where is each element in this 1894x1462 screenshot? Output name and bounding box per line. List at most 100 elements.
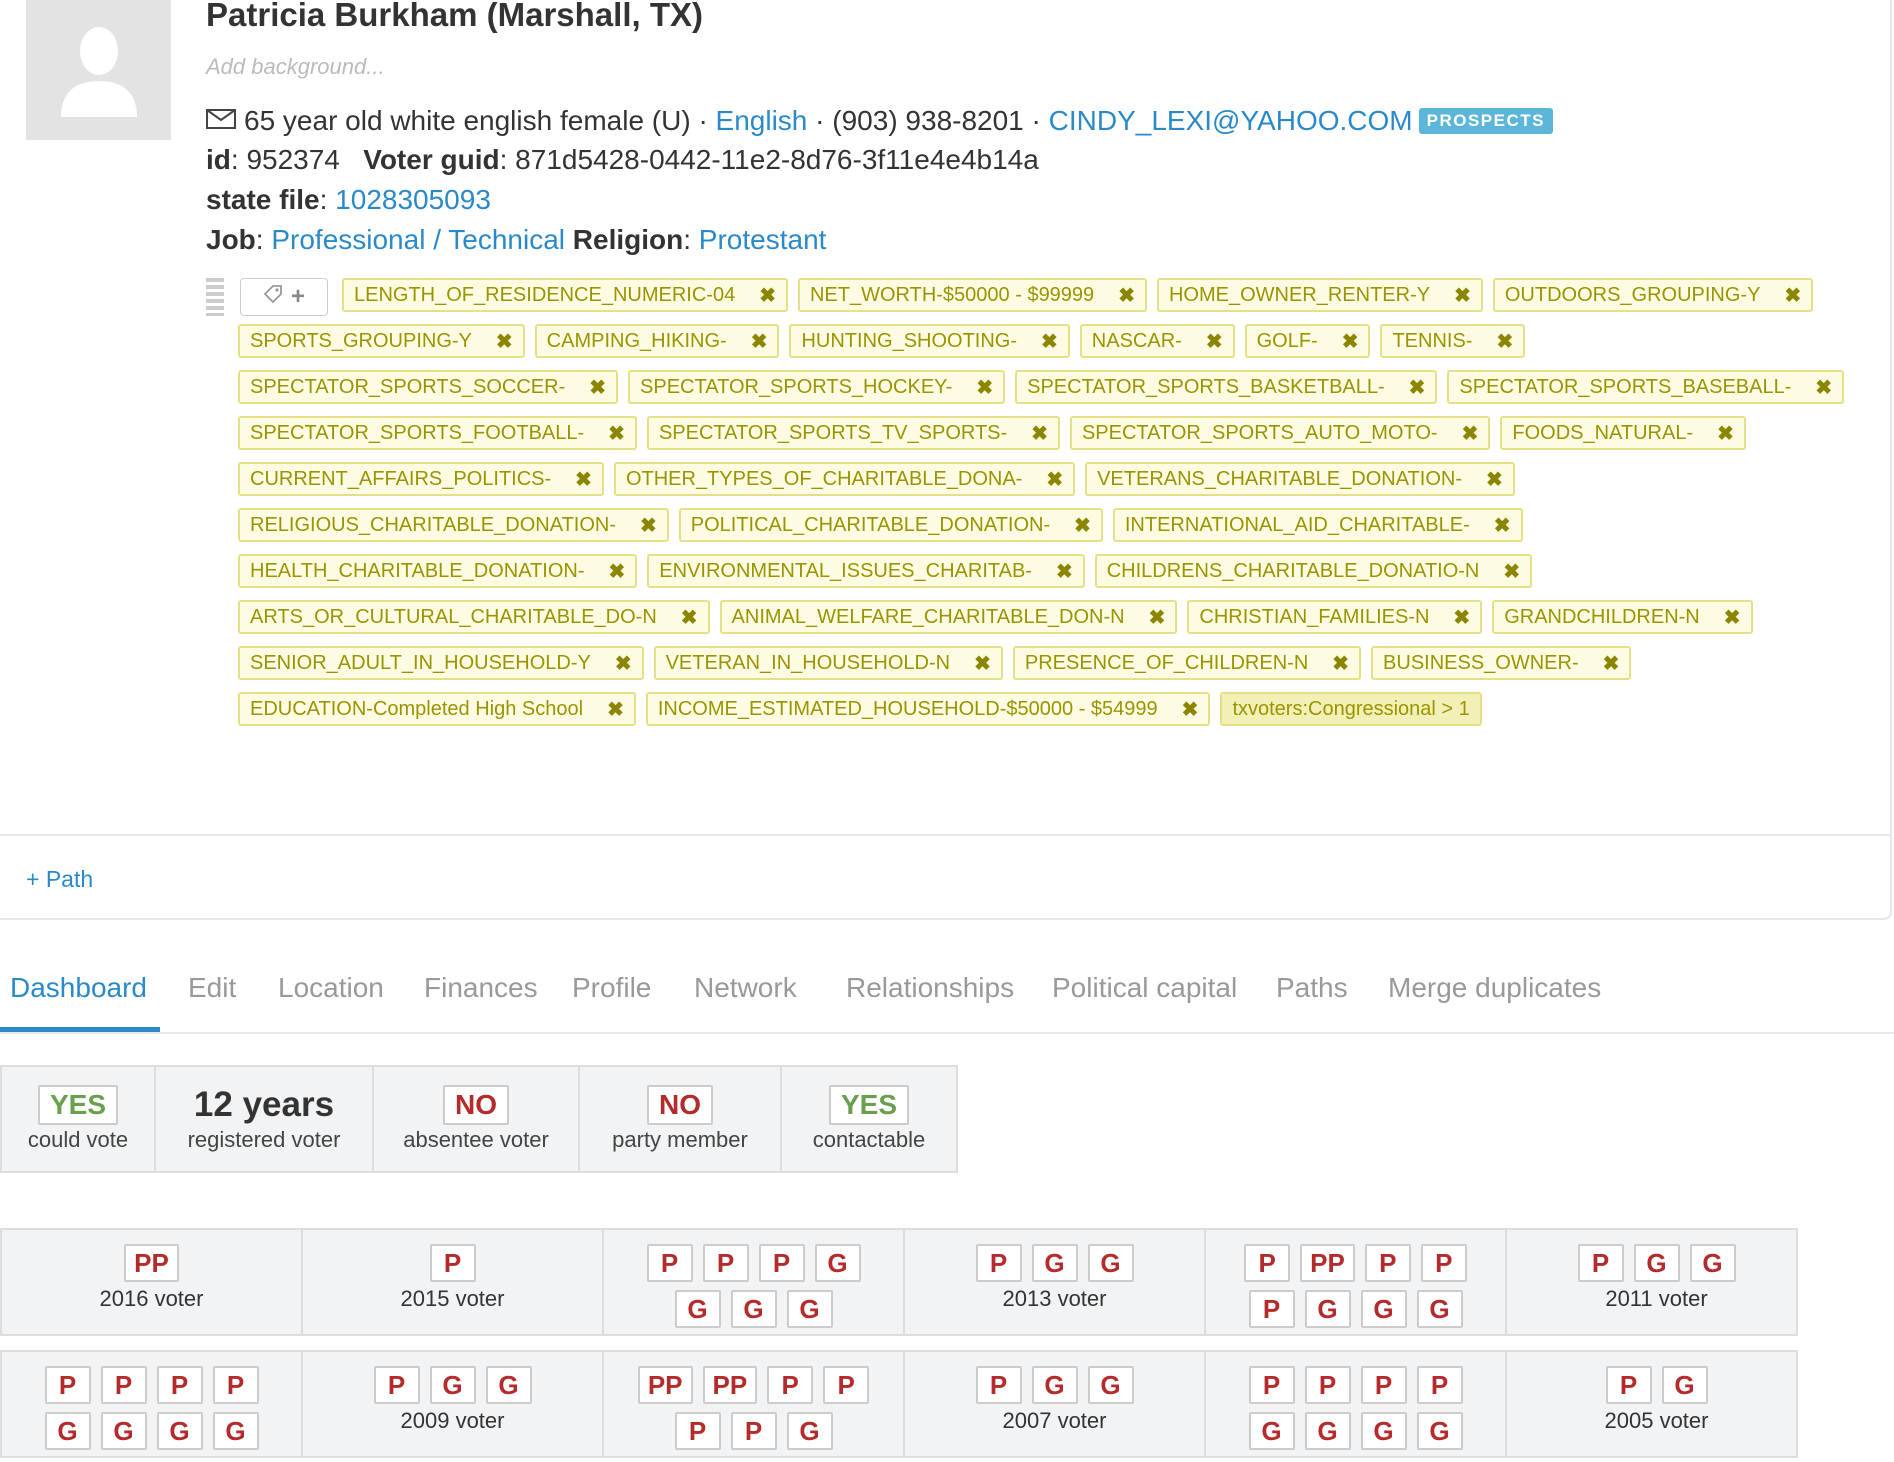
email-link[interactable]: CINDY_LEXI@YAHOO.COM (1049, 105, 1413, 136)
remove-tag-icon[interactable]: ✖ (1031, 421, 1048, 446)
tab-finances[interactable]: Finances (424, 972, 538, 1004)
remove-tag-icon[interactable]: ✖ (615, 651, 632, 676)
election-chip[interactable]: G (814, 1244, 861, 1282)
remove-tag-icon[interactable]: ✖ (1409, 375, 1426, 400)
tab-profile[interactable]: Profile (572, 972, 651, 1004)
tab-relationships[interactable]: Relationships (846, 972, 1014, 1004)
election-chip[interactable]: P (975, 1366, 1022, 1404)
election-chip[interactable]: P (823, 1366, 870, 1404)
election-chip[interactable]: G (730, 1290, 777, 1328)
remove-tag-icon[interactable]: ✖ (1454, 283, 1471, 308)
election-chip[interactable]: PP (1300, 1244, 1355, 1282)
remove-tag-icon[interactable]: ✖ (609, 559, 626, 584)
election-chip[interactable]: P (758, 1244, 805, 1282)
election-chip[interactable]: G (212, 1412, 259, 1450)
election-chip[interactable]: P (373, 1366, 420, 1404)
remove-tag-icon[interactable]: ✖ (607, 697, 624, 722)
election-chip[interactable]: P (1304, 1366, 1351, 1404)
election-chip[interactable]: P (212, 1366, 259, 1404)
remove-tag-icon[interactable]: ✖ (681, 605, 698, 630)
remove-tag-icon[interactable]: ✖ (1496, 329, 1513, 354)
tab-merge-duplicates[interactable]: Merge duplicates (1388, 972, 1601, 1004)
election-chip[interactable]: PP (637, 1366, 693, 1404)
envelope-icon[interactable] (206, 104, 236, 136)
election-chip[interactable]: G (1031, 1244, 1078, 1282)
election-chip[interactable]: G (674, 1290, 721, 1328)
election-chip[interactable]: G (485, 1366, 532, 1404)
election-chip[interactable]: P (1420, 1244, 1467, 1282)
remove-tag-icon[interactable]: ✖ (1724, 605, 1741, 630)
religion-link[interactable]: Protestant (699, 224, 827, 255)
election-chip[interactable]: P (767, 1366, 814, 1404)
election-chip[interactable]: G (1087, 1366, 1134, 1404)
election-chip[interactable]: G (1248, 1412, 1295, 1450)
tab-paths[interactable]: Paths (1276, 972, 1348, 1004)
remove-tag-icon[interactable]: ✖ (974, 651, 991, 676)
election-chip[interactable]: P (1577, 1244, 1624, 1282)
remove-tag-icon[interactable]: ✖ (640, 513, 657, 538)
remove-tag-icon[interactable]: ✖ (1815, 375, 1832, 400)
election-chip[interactable]: G (786, 1290, 833, 1328)
election-chip[interactable]: G (1304, 1290, 1351, 1328)
election-chip[interactable]: P (1360, 1366, 1407, 1404)
election-chip[interactable]: P (975, 1244, 1022, 1282)
remove-tag-icon[interactable]: ✖ (976, 375, 993, 400)
election-chip[interactable]: G (1661, 1366, 1708, 1404)
add-path-link[interactable]: + Path (26, 866, 93, 893)
election-chip[interactable]: P (674, 1412, 721, 1450)
election-chip[interactable]: P (1416, 1366, 1463, 1404)
remove-tag-icon[interactable]: ✖ (1332, 651, 1349, 676)
tab-network[interactable]: Network (694, 972, 797, 1004)
job-link[interactable]: Professional / Technical (271, 224, 565, 255)
add-background-field[interactable]: Add background... (206, 54, 385, 80)
election-chip[interactable]: G (1633, 1244, 1680, 1282)
election-chip[interactable]: P (429, 1244, 476, 1282)
election-chip[interactable]: P (1244, 1244, 1291, 1282)
remove-tag-icon[interactable]: ✖ (1342, 329, 1359, 354)
election-chip[interactable]: G (1416, 1412, 1463, 1450)
state-file-link[interactable]: 1028305093 (335, 184, 491, 215)
election-chip[interactable]: P (1364, 1244, 1411, 1282)
election-chip[interactable]: G (1031, 1366, 1078, 1404)
remove-tag-icon[interactable]: ✖ (1453, 605, 1470, 630)
remove-tag-icon[interactable]: ✖ (1041, 329, 1058, 354)
remove-tag-icon[interactable]: ✖ (1503, 559, 1520, 584)
remove-tag-icon[interactable]: ✖ (1462, 421, 1479, 446)
election-chip[interactable]: P (44, 1366, 91, 1404)
remove-tag-icon[interactable]: ✖ (1603, 651, 1620, 676)
election-chip[interactable]: PP (124, 1244, 179, 1282)
election-chip[interactable]: G (1689, 1244, 1736, 1282)
election-chip[interactable]: P (1248, 1290, 1295, 1328)
remove-tag-icon[interactable]: ✖ (759, 283, 776, 308)
remove-tag-icon[interactable]: ✖ (1182, 697, 1199, 722)
election-chip[interactable]: P (646, 1244, 693, 1282)
avatar[interactable] (26, 0, 171, 140)
election-chip[interactable]: G (1304, 1412, 1351, 1450)
language-link[interactable]: English (716, 105, 808, 136)
remove-tag-icon[interactable]: ✖ (1056, 559, 1073, 584)
remove-tag-icon[interactable]: ✖ (496, 329, 513, 354)
election-chip[interactable]: G (1360, 1412, 1407, 1450)
remove-tag-icon[interactable]: ✖ (1149, 605, 1166, 630)
election-chip[interactable]: G (44, 1412, 91, 1450)
election-chip[interactable]: P (100, 1366, 147, 1404)
remove-tag-icon[interactable]: ✖ (1486, 467, 1503, 492)
remove-tag-icon[interactable]: ✖ (1074, 513, 1091, 538)
drag-handle[interactable] (206, 278, 224, 316)
election-chip[interactable]: G (156, 1412, 203, 1450)
election-chip[interactable]: P (156, 1366, 203, 1404)
remove-tag-icon[interactable]: ✖ (1717, 421, 1734, 446)
remove-tag-icon[interactable]: ✖ (608, 421, 625, 446)
remove-tag-icon[interactable]: ✖ (1784, 283, 1801, 308)
election-chip[interactable]: G (100, 1412, 147, 1450)
tab-location[interactable]: Location (278, 972, 384, 1004)
election-chip[interactable]: P (1605, 1366, 1652, 1404)
election-chip[interactable]: G (1360, 1290, 1407, 1328)
election-chip[interactable]: PP (702, 1366, 758, 1404)
election-chip[interactable]: P (702, 1244, 749, 1282)
tab-edit[interactable]: Edit (188, 972, 236, 1004)
remove-tag-icon[interactable]: ✖ (589, 375, 606, 400)
election-chip[interactable]: G (429, 1366, 476, 1404)
election-chip[interactable]: P (1248, 1366, 1295, 1404)
remove-tag-icon[interactable]: ✖ (1046, 467, 1063, 492)
